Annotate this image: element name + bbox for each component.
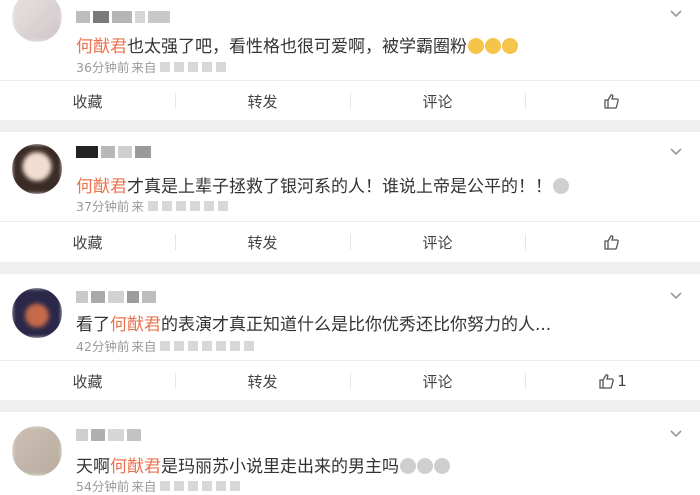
emoji-icon <box>417 458 433 474</box>
comment-meta: 54分钟前 来自 <box>76 476 241 495</box>
username-blurred[interactable] <box>76 428 141 442</box>
emoji-icon <box>400 458 416 474</box>
repost-button[interactable]: 转发 <box>175 81 350 121</box>
emoji-icon <box>434 458 450 474</box>
skull-emoji-icon <box>553 178 569 194</box>
collect-button[interactable]: 收藏 <box>0 222 175 262</box>
thumbs-up-icon <box>599 374 615 389</box>
chevron-down-icon[interactable] <box>670 8 682 20</box>
like-button[interactable] <box>525 222 700 262</box>
collect-button[interactable]: 收藏 <box>0 361 175 401</box>
chevron-down-icon[interactable] <box>670 146 682 158</box>
comment-button[interactable]: 评论 <box>350 81 525 121</box>
chevron-down-icon[interactable] <box>670 428 682 440</box>
timestamp: 36分钟前 <box>76 60 130 75</box>
timestamp: 54分钟前 <box>76 479 130 494</box>
timestamp: 42分钟前 <box>76 339 130 354</box>
comment-button[interactable]: 评论 <box>350 222 525 262</box>
comment-card: 何猷君也太强了吧，看性格也很可爱啊，被学霸圈粉 36分钟前 来自 收藏 转发 评… <box>0 0 700 120</box>
thumbs-up-icon <box>604 235 619 250</box>
like-button[interactable]: 1 <box>525 361 700 401</box>
comment-card: 何猷君才真是上辈子拯救了银河系的人！谁说上帝是公平的！！ 37分钟前 来 收藏 … <box>0 132 700 262</box>
comment-text: 何猷君也太强了吧，看性格也很可爱啊，被学霸圈粉 <box>76 32 680 57</box>
comment-meta: 36分钟前 来自 <box>76 57 227 76</box>
username-blurred[interactable] <box>76 145 151 159</box>
timestamp: 37分钟前 <box>76 199 130 214</box>
avatar[interactable] <box>12 0 62 42</box>
comment-card: 天啊何猷君是玛丽苏小说里走出来的男主吗 54分钟前 来自 <box>0 412 700 495</box>
like-button[interactable] <box>525 81 700 121</box>
avatar[interactable] <box>12 288 62 338</box>
comment-card: 看了何猷君的表演才真正知道什么是比你优秀还比你努力的人... 42分钟前 来自 … <box>0 274 700 400</box>
emoji-icon <box>502 38 518 54</box>
comment-button[interactable]: 评论 <box>350 361 525 401</box>
source-label: 来 <box>131 199 144 214</box>
collect-button[interactable]: 收藏 <box>0 81 175 121</box>
source-label: 来自 <box>131 60 157 75</box>
comment-meta: 37分钟前 来 <box>76 196 228 215</box>
comment-text: 看了何猷君的表演才真正知道什么是比你优秀还比你努力的人... <box>76 315 552 335</box>
comment-text: 天啊何猷君是玛丽苏小说里走出来的男主吗 <box>76 452 680 477</box>
thumbs-up-icon <box>604 94 619 109</box>
emoji-icon <box>485 38 501 54</box>
avatar[interactable] <box>12 144 62 194</box>
user-mention-link[interactable]: 何猷君 <box>110 457 161 477</box>
user-mention-link[interactable]: 何猷君 <box>110 315 161 335</box>
repost-button[interactable]: 转发 <box>175 361 350 401</box>
comment-meta: 42分钟前 来自 <box>76 336 255 355</box>
repost-button[interactable]: 转发 <box>175 222 350 262</box>
user-mention-link[interactable]: 何猷君 <box>76 177 127 197</box>
source-label: 来自 <box>131 479 157 494</box>
emoji-icon <box>468 38 484 54</box>
source-label: 来自 <box>131 339 157 354</box>
chevron-down-icon[interactable] <box>670 290 682 302</box>
username-blurred[interactable] <box>76 10 170 24</box>
username-blurred[interactable] <box>76 290 156 304</box>
avatar[interactable] <box>12 426 62 476</box>
comment-text: 何猷君才真是上辈子拯救了银河系的人！谁说上帝是公平的！！ <box>76 172 680 197</box>
like-count: 1 <box>617 372 627 390</box>
user-mention-link[interactable]: 何猷君 <box>76 37 127 57</box>
